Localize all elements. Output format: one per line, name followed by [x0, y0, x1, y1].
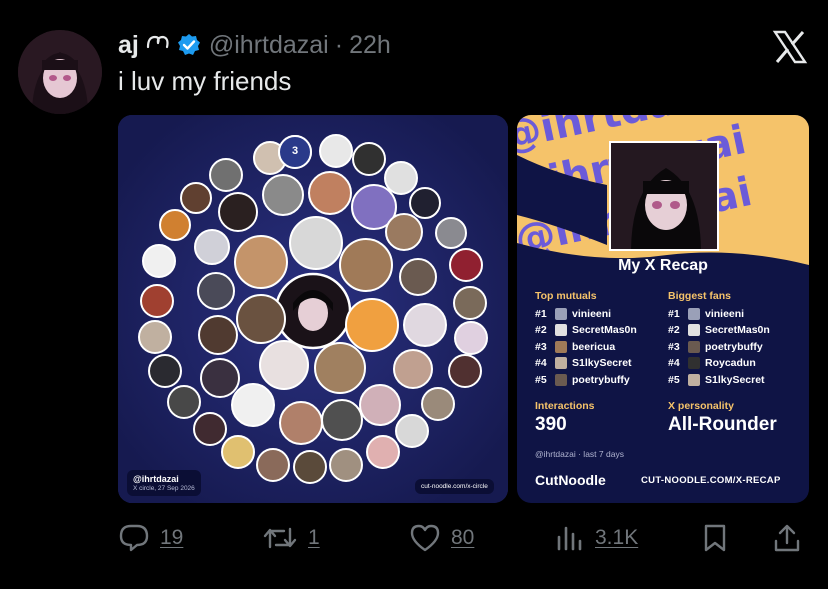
circle-number-badge: 3	[291, 145, 299, 157]
circle-url-tag: cut-noodle.com/x-circle	[415, 479, 494, 494]
recap-meta: @ihrtdazai · last 7 days	[535, 449, 624, 459]
recap-brand-url: CUT-NOODLE.COM/X-RECAP	[641, 475, 781, 486]
mutual-avatar	[555, 308, 567, 320]
post-header: aj @ihrtdazai · 22h	[118, 28, 391, 62]
separator-dot: ·	[334, 30, 344, 59]
repost-icon	[263, 527, 297, 549]
like-button[interactable]: 80	[409, 520, 474, 556]
personality-label: X personality	[668, 400, 734, 412]
mutual-row: #4 S1lkySecret	[535, 357, 632, 369]
fan-avatar	[688, 308, 700, 320]
mutual-row: #1 vinieeni	[535, 308, 612, 320]
post-action-bar: 19 1 80 3.1K	[0, 520, 828, 560]
media-x-circle[interactable]: 3 @ihrtdazai X circle, 27 Sep 2026 cut-n…	[118, 115, 508, 503]
personality-value: All-Rounder	[668, 414, 777, 435]
bookmark-icon	[704, 524, 726, 552]
fan-row: #5 S1lkySecret	[668, 374, 765, 386]
repost-count: 1	[308, 526, 320, 549]
heart-icon	[410, 524, 440, 552]
reply-count: 19	[160, 526, 184, 549]
friends-circle-graphic	[118, 115, 508, 503]
fan-avatar	[688, 374, 700, 386]
interactions-label: Interactions	[535, 400, 595, 412]
reply-button[interactable]: 19	[118, 520, 183, 556]
bookmark-button[interactable]	[701, 520, 729, 556]
views-button[interactable]: 3.1K	[555, 520, 638, 556]
mutual-row: #5 poetrybuffy	[535, 374, 630, 386]
views-chart-icon	[557, 526, 582, 551]
fan-avatar	[688, 324, 700, 336]
fan-row: #1 vinieeni	[668, 308, 745, 320]
share-button[interactable]	[772, 520, 802, 556]
swirl-emoji-icon	[145, 31, 171, 60]
mutual-avatar	[555, 341, 567, 353]
display-name[interactable]: aj	[118, 31, 139, 60]
verified-badge-icon[interactable]	[177, 33, 201, 57]
fan-row: #2 SecretMas0n	[668, 324, 770, 336]
recap-profile-photo	[609, 141, 719, 251]
fan-avatar	[688, 341, 700, 353]
fan-row: #3 poetrybuffy	[668, 341, 763, 353]
fan-avatar	[688, 357, 700, 369]
mutual-avatar	[555, 357, 567, 369]
biggest-fans-label: Biggest fans	[668, 290, 732, 302]
views-count: 3.1K	[595, 526, 639, 549]
user-handle[interactable]: @ihrtdazai	[209, 31, 329, 60]
x-logo-icon[interactable]	[772, 30, 808, 64]
recap-title: My X Recap	[618, 257, 708, 274]
recap-brand: CutNoodle	[535, 472, 606, 488]
post-time[interactable]: 22h	[349, 31, 391, 60]
mutual-row: #2 SecretMas0n	[535, 324, 637, 336]
author-avatar[interactable]	[18, 30, 102, 114]
mutual-row: #3 beericua	[535, 341, 616, 353]
post-text: i luv my friends	[118, 66, 292, 96]
fan-row: #4 Roycadun	[668, 357, 756, 369]
top-mutuals-label: Top mutuals	[535, 290, 597, 302]
circle-handle-tag: @ihrtdazai X circle, 27 Sep 2026	[127, 470, 201, 496]
media-x-recap[interactable]: @ihrtdazai @ihrtdazai @ihrtdazai My X Re…	[517, 115, 809, 503]
circle-date: X circle, 27 Sep 2026	[133, 485, 195, 492]
circle-handle: @ihrtdazai	[133, 474, 179, 484]
like-count: 80	[451, 526, 475, 549]
mutual-avatar	[555, 324, 567, 336]
share-icon	[774, 524, 800, 552]
interactions-value: 390	[535, 414, 567, 435]
repost-button[interactable]: 1	[262, 520, 320, 556]
reply-icon	[119, 524, 149, 552]
avatar-image	[18, 30, 102, 114]
mutual-avatar	[555, 374, 567, 386]
